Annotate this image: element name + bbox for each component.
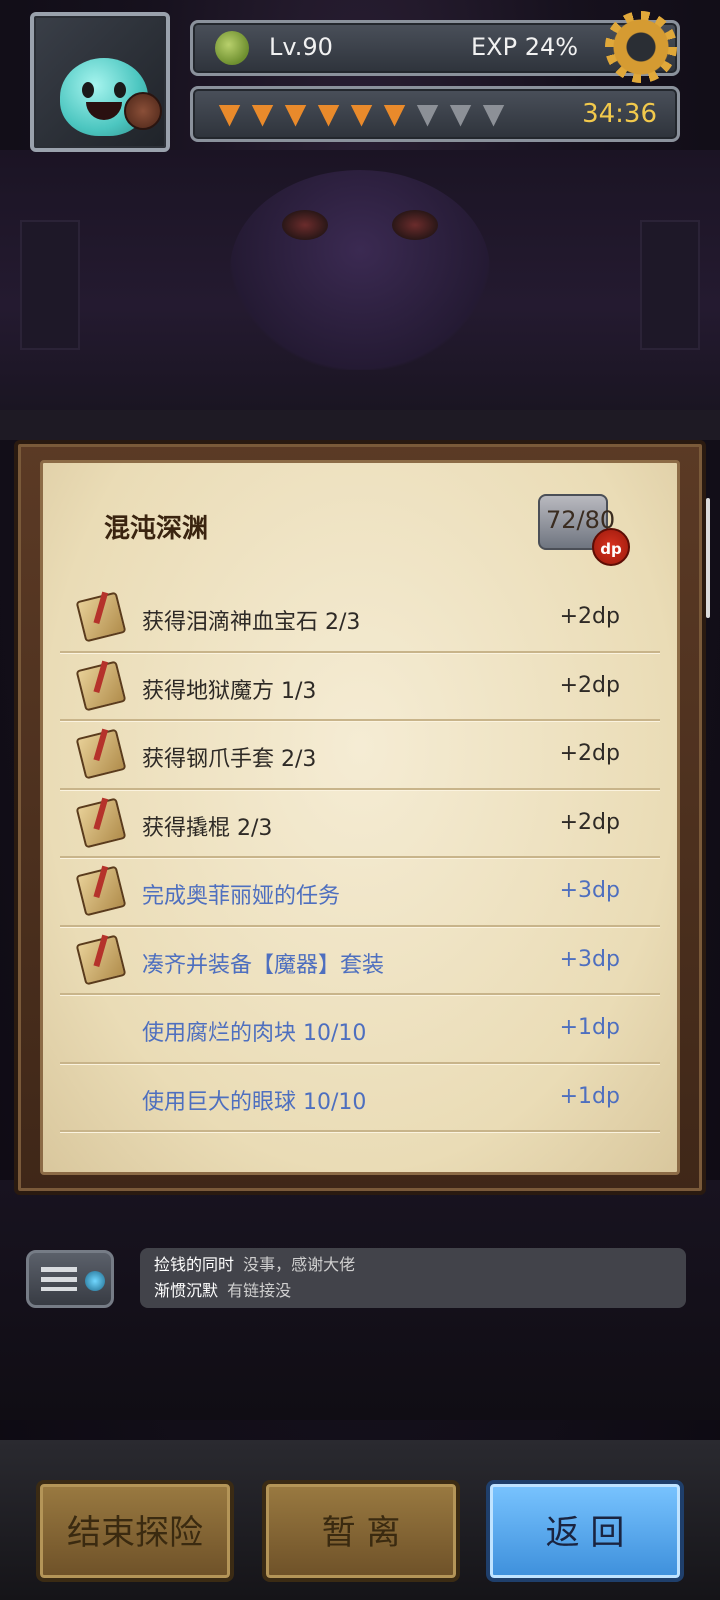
quest-row: 使用腐烂的肉块 10/10 +1dp [60, 995, 660, 1064]
quest-row: 凑齐并装备【魔器】套装 +3dp [60, 927, 660, 995]
quest-label: 凑齐并装备【魔器】套装 [142, 952, 385, 978]
settings-gear-icon[interactable] [605, 11, 677, 83]
chat-button[interactable] [26, 1250, 114, 1308]
quest-reward: +3dp [559, 946, 620, 972]
floor [0, 410, 720, 440]
scroll-quill-icon [75, 591, 127, 643]
dp-progress-badge: 72/80 dp [538, 488, 630, 572]
scroll-quill-icon [75, 660, 127, 711]
carrot-full-icon: ▼ [350, 97, 373, 130]
quest-row: 完成奥菲丽娅的任务 +3dp [60, 858, 660, 927]
chat-username: 渐惯沉默 [154, 1281, 219, 1300]
mural-eye [282, 210, 328, 240]
scrollbar[interactable] [706, 498, 710, 618]
scroll-quill-icon [75, 865, 127, 917]
chat-message: 有链接没 [227, 1281, 292, 1300]
quest-reward: +3dp [559, 878, 620, 903]
scroll-quill-icon [75, 797, 127, 848]
scroll-quill-icon [75, 934, 127, 985]
dungeon-background [0, 150, 720, 410]
player-avatar[interactable] [30, 12, 170, 152]
chat-menu-icon [41, 1267, 77, 1291]
pause-button[interactable]: 暂 离 [262, 1480, 460, 1582]
shield-icon [124, 92, 162, 130]
quest-row: 获得地狱魔方 1/3 +2dp [60, 653, 660, 721]
avatar-mouth [86, 102, 122, 120]
quest-row: 获得钢爪手套 2/3 +2dp [60, 721, 660, 790]
level-label: Lv.90 [269, 33, 333, 61]
pillar [20, 220, 80, 350]
carrot-empty-icon: ▼ [416, 97, 439, 130]
carrot-full-icon: ▼ [383, 97, 406, 130]
carrot-empty-icon: ▼ [482, 97, 505, 130]
chat-username: 捡钱的同时 [154, 1255, 235, 1274]
avatar-eye [114, 82, 126, 98]
quest-label: 获得地狱魔方 1/3 [142, 678, 317, 704]
mural-eye [392, 210, 438, 240]
quest-list: 获得泪滴神血宝石 2/3 +2dp 获得地狱魔方 1/3 +2dp 获得钢爪手套 2/3… [60, 584, 660, 1132]
carrot-full-icon: ▼ [218, 97, 241, 130]
tentacle-monster-mural [230, 170, 490, 370]
panel-title: 混沌深渊 [104, 514, 209, 544]
scroll-quill-icon [75, 728, 127, 780]
quest-row: 使用巨大的眼球 10/10 +1dp [60, 1064, 660, 1132]
quest-row: 获得撬棍 2/3 +2dp [60, 790, 660, 858]
quest-label: 获得撬棍 2/3 [142, 815, 273, 841]
quest-label: 使用巨大的眼球 10/10 [142, 1089, 367, 1115]
chat-status-icon [85, 1271, 105, 1291]
back-button[interactable]: 返 回 [486, 1480, 684, 1582]
carrot-full-icon: ▼ [251, 97, 274, 130]
quest-reward: +1dp [559, 1083, 620, 1109]
end-exploration-button[interactable]: 结束探险 [36, 1480, 234, 1582]
level-bar: Lv.90 EXP 24% [190, 11, 680, 83]
quest-label: 完成奥菲丽娅的任务 [142, 884, 341, 909]
carrot-empty-icon: ▼ [449, 97, 472, 130]
quest-reward: +2dp [559, 672, 620, 698]
chat-line: 渐惯沉默 有链接没 [154, 1278, 672, 1304]
pillar [640, 220, 700, 350]
chat-message: 没事，感谢大佬 [243, 1255, 356, 1274]
quest-label: 获得钢爪手套 2/3 [142, 747, 317, 772]
level-tree-icon [215, 31, 249, 65]
quest-label: 获得泪滴神血宝石 2/3 [142, 610, 361, 635]
quest-reward: +1dp [559, 1015, 620, 1040]
quest-label: 使用腐烂的肉块 10/10 [142, 1021, 367, 1046]
dp-icon: dp [592, 528, 630, 566]
chat-line: 捡钱的同时 没事，感谢大佬 [154, 1252, 672, 1278]
carrot-full-icon: ▼ [284, 97, 307, 130]
stamina-bar: ▼ ▼ ▼ ▼ ▼ ▼ ▼ ▼ ▼ 34:36 [190, 86, 680, 142]
avatar-eye [82, 82, 94, 98]
quest-row: 获得泪滴神血宝石 2/3 +2dp [60, 584, 660, 653]
stamina-timer: 34:36 [582, 99, 657, 129]
quest-reward: +2dp [559, 741, 620, 766]
quest-reward: +2dp [559, 809, 620, 835]
carrot-full-icon: ▼ [317, 97, 340, 130]
chat-preview[interactable]: 捡钱的同时 没事，感谢大佬 渐惯沉默 有链接没 [140, 1248, 686, 1308]
carrot-stamina-row: ▼ ▼ ▼ ▼ ▼ ▼ ▼ ▼ ▼ [215, 97, 508, 131]
exp-label: EXP 24% [471, 33, 579, 61]
quest-reward: +2dp [559, 604, 620, 629]
